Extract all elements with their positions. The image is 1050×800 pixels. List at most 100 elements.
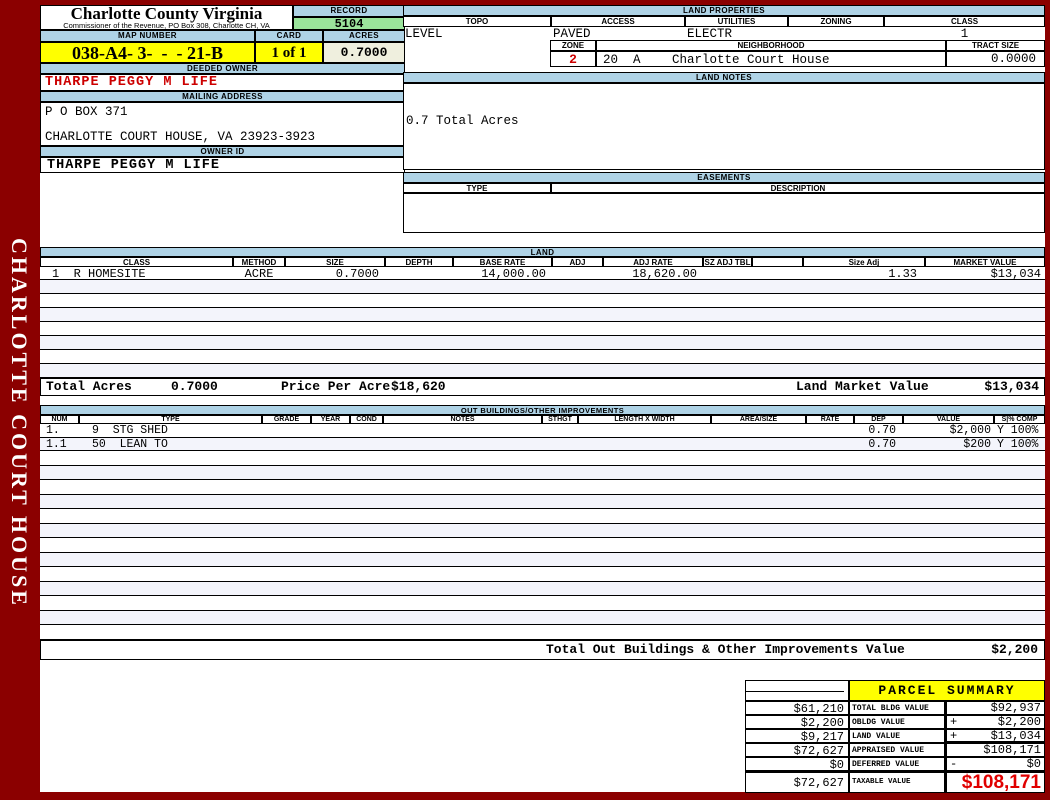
land-row-size-adj: 1.33 (888, 267, 917, 281)
map-number-value: 038-A4- 3- - - 21-B (40, 42, 255, 63)
land-row-market-value: $13,034 (990, 267, 1041, 281)
ob-col-cond: COND (350, 415, 383, 424)
summary-left-value: $9,217 (745, 729, 849, 744)
summary-row-land: $9,217 LAND VALUE + $13,034 (745, 728, 1045, 744)
ob-row-num: 1. (46, 424, 60, 437)
topo-label: TOPO (403, 16, 551, 27)
acres-value: 0.7000 (323, 42, 405, 63)
commissioner-line: Commissioner of the Revenue, PO Box 308,… (63, 21, 270, 30)
land-col-adj: ADJ (552, 257, 603, 267)
outbuildings-section: OUT BUILDINGS/OTHER IMPROVEMENTS NUM TYP… (40, 405, 1045, 660)
easements-body (403, 193, 1045, 233)
card-label: CARD (255, 30, 323, 42)
neighborhood-value: 20 A Charlotte Court House (596, 51, 946, 67)
outbuildings-total-label: Total Out Buildings & Other Improvements… (546, 642, 905, 657)
ob-row-dep: 0.70 (868, 438, 896, 451)
summary-label: LAND VALUE (849, 729, 945, 743)
land-col-size-adj: Size Adj (803, 257, 925, 267)
land-notes-text: 0.7 Total Acres (406, 114, 519, 128)
ob-row-value: $200 (963, 438, 991, 451)
outbuilding-row: 1. 9 STG SHED 0.70 $2,000 Y 100% (40, 424, 1045, 438)
mailing-address-label: MAILING ADDRESS (40, 91, 405, 102)
total-acres-label: Total Acres (46, 379, 132, 394)
summary-row-appraised: $72,627 APPRAISED VALUE $108,171 (745, 743, 1045, 758)
address-line-1: P O BOX 371 (45, 105, 128, 119)
land-section: LAND CLASS METHOD SIZE DEPTH BASE RATE A… (40, 247, 1045, 396)
land-row-class: 1 R HOMESITE (52, 267, 146, 281)
summary-label: OBLDG VALUE (849, 715, 945, 729)
summary-value: $108,171 (983, 743, 1041, 757)
summary-value: $92,937 (990, 701, 1041, 715)
summary-label: DEFERRED VALUE (849, 757, 945, 771)
ob-row-comp: Y 100% (997, 438, 1039, 451)
summary-value: $13,034 (990, 728, 1041, 743)
county-header: Charlotte County Virginia Commissioner o… (40, 5, 293, 30)
taxable-label: TAXABLE VALUE (849, 772, 945, 793)
neighborhood-label: NEIGHBORHOOD (596, 40, 946, 51)
land-row-method: ACRE (244, 267, 274, 281)
outbuildings-total-row: Total Out Buildings & Other Improvements… (40, 640, 1045, 660)
ob-col-grade: GRADE (262, 415, 311, 424)
summary-label: TOTAL BLDG VALUE (849, 701, 945, 715)
land-row-base-rate: 14,000.00 (481, 267, 546, 281)
ob-col-comp: S|% COMP (994, 415, 1045, 424)
price-per-acre-value: $18,620 (391, 379, 446, 394)
outbuilding-row: 1.1 50 LEAN TO 0.70 $200 Y 100% (40, 438, 1045, 451)
zone-value: 2 (550, 51, 596, 67)
outbuildings-total-value: $2,200 (991, 642, 1038, 657)
easement-description-label: DESCRIPTION (551, 183, 1045, 193)
deeded-owner-label: DEEDED OWNER (40, 63, 405, 74)
map-number-label: MAP NUMBER (40, 30, 255, 42)
owner-id-value: THARPE PEGGY M LIFE (40, 157, 405, 173)
summary-label: APPRAISED VALUE (849, 743, 945, 757)
ob-col-rate: RATE (806, 415, 854, 424)
summary-value: $2,200 (997, 715, 1041, 729)
class-label: CLASS (884, 16, 1045, 27)
land-notes-title: LAND NOTES (403, 72, 1045, 83)
record-label: RECORD (293, 5, 405, 17)
utilities-value: ELECTR (687, 27, 733, 41)
neighborhood-code: 20 A (603, 53, 641, 67)
tract-size-value: 0.0000 (946, 51, 1045, 67)
access-value: PAVED (553, 27, 591, 41)
summary-left-value: $0 (745, 757, 849, 772)
summary-left-value: $72,627 (745, 743, 849, 758)
outbuildings-title: OUT BUILDINGS/OTHER IMPROVEMENTS (40, 405, 1045, 415)
address-line-2: CHARLOTTE COURT HOUSE, VA 23923-3923 (45, 130, 316, 144)
ob-row-num: 1.1 (46, 438, 67, 451)
land-row: 1 R HOMESITE ACRE 0.7000 14,000.00 18,62… (40, 267, 1045, 281)
land-row-size: 0.7000 (335, 267, 379, 281)
price-per-acre-label: Price Per Acre (281, 379, 391, 394)
ob-col-value: VALUE (903, 415, 994, 424)
summary-value: $0 (1026, 757, 1041, 771)
topo-value: LEVEL (405, 27, 443, 41)
land-empty-rows (40, 280, 1045, 378)
card-value: 1 of 1 (255, 42, 323, 63)
ob-col-year: YEAR (311, 415, 350, 424)
outbuildings-empty-rows (40, 451, 1045, 640)
parcel-summary: PARCEL SUMMARY $61,210 TOTAL BLDG VALUE … (745, 680, 1045, 793)
parcel-summary-title: PARCEL SUMMARY (849, 680, 1045, 701)
land-col-size: SIZE (285, 257, 385, 267)
utilities-label: UTILITIES (685, 16, 788, 27)
land-col-depth: DEPTH (385, 257, 453, 267)
easements-title: EASEMENTS (403, 172, 1045, 183)
record-value: 5104 (293, 17, 405, 30)
mailing-address-box: P O BOX 371 CHARLOTTE COURT HOUSE, VA 23… (40, 102, 405, 146)
summary-left-value: $2,200 (745, 715, 849, 730)
acres-label: ACRES (323, 30, 405, 42)
land-market-value-value: $13,034 (984, 379, 1039, 394)
zone-label: ZONE (550, 40, 596, 51)
summary-row-taxable: $72,627 TAXABLE VALUE $108,171 (745, 771, 1045, 793)
land-title: LAND (40, 247, 1045, 257)
zoning-label: ZONING (788, 16, 884, 27)
ob-col-notes: NOTES (383, 415, 542, 424)
land-col-method: METHOD (233, 257, 285, 267)
ob-col-sthgt: STHGT (542, 415, 578, 424)
summary-row-obldg: $2,200 OBLDG VALUE + $2,200 (745, 715, 1045, 730)
taxable-value: $108,171 (945, 772, 1045, 793)
land-col-adj-rate: ADJ RATE (603, 257, 703, 267)
land-col-blank (752, 257, 803, 267)
summary-left-value: $61,210 (745, 701, 849, 716)
land-properties-title: LAND PROPERTIES (403, 5, 1045, 16)
